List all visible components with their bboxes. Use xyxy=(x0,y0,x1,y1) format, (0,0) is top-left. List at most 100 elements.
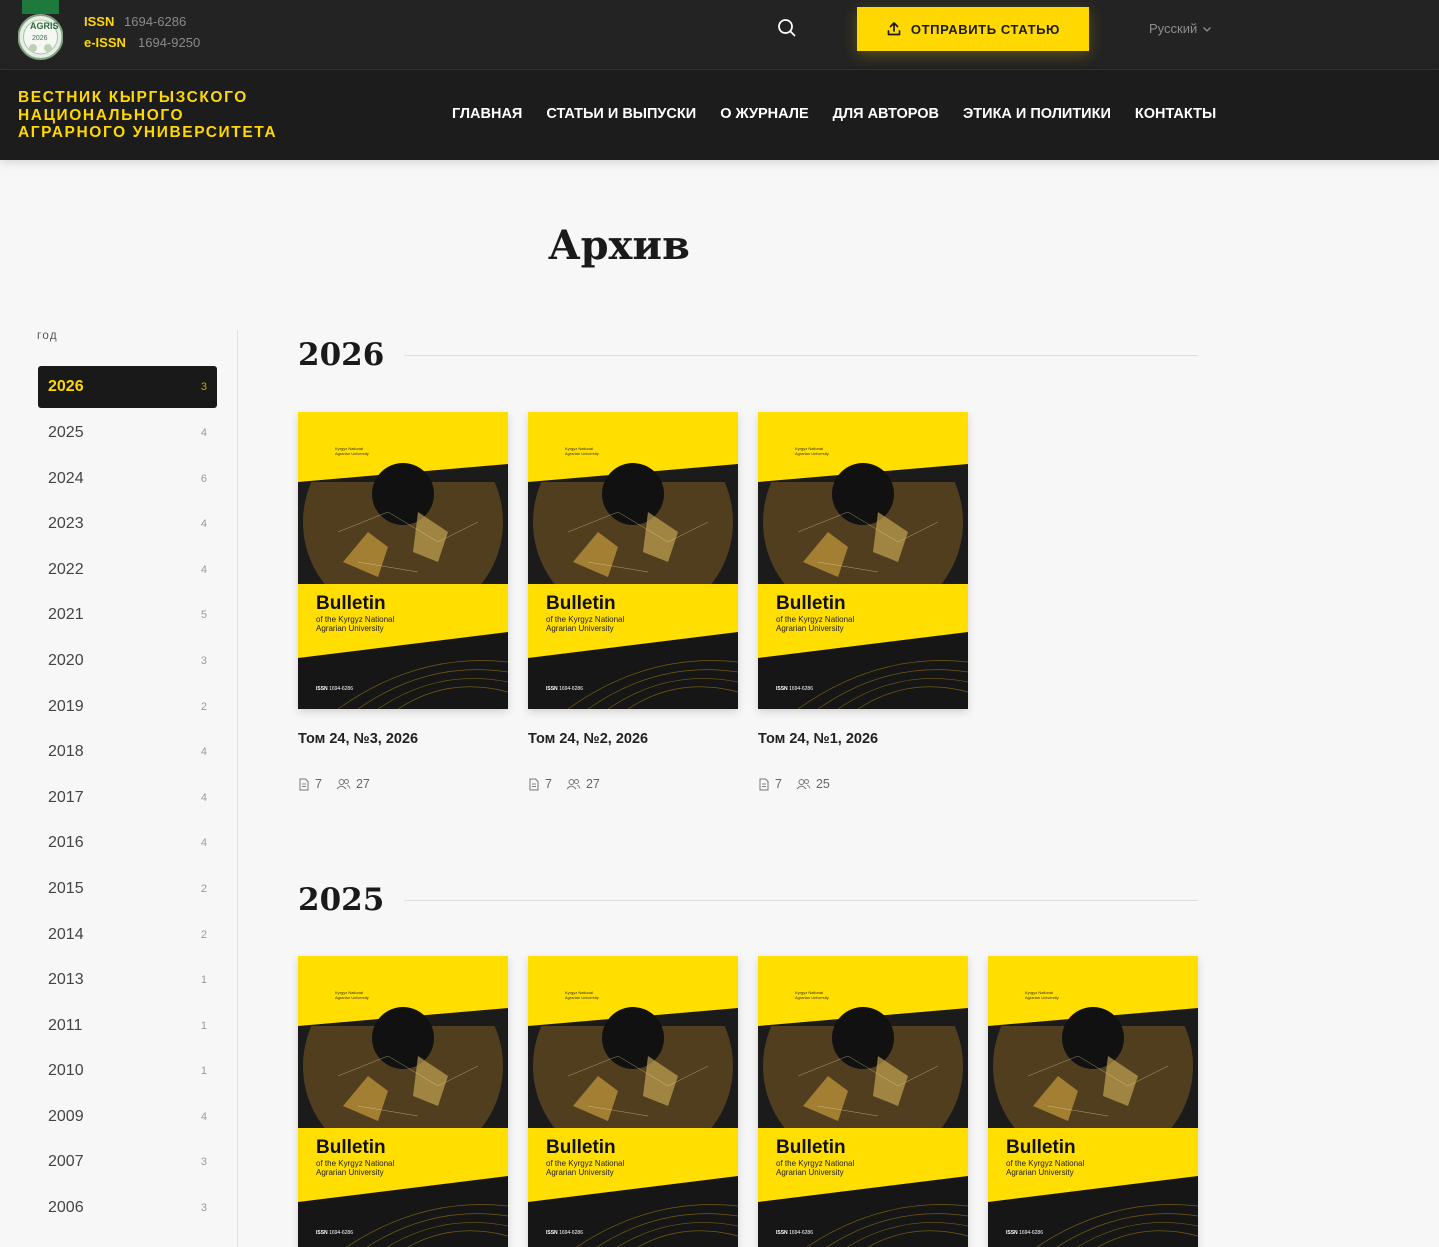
issue-card[interactable]: Kyrgyz National Agrarian University Bull… xyxy=(988,956,1198,1247)
issue-card[interactable]: Kyrgyz National Agrarian University Bull… xyxy=(758,412,968,791)
cover-art xyxy=(758,412,968,709)
document-icon xyxy=(759,778,769,790)
year-filter-count: 2 xyxy=(200,701,207,713)
brand-line-3: АГРАРНОГО УНИВЕРСИТЕТА xyxy=(18,124,278,141)
year-filter-item-2019[interactable]: 2019 2 xyxy=(38,686,217,728)
issue-cover[interactable]: Kyrgyz National Agrarian University Bull… xyxy=(298,412,508,709)
search-button[interactable] xyxy=(776,17,798,39)
issue-card[interactable]: Kyrgyz National Agrarian University Bull… xyxy=(298,412,508,791)
issn-info: ISSN 1694-6286 e-ISSN 1694-9250 xyxy=(84,11,200,53)
year-filter-count: 4 xyxy=(200,1111,207,1123)
cover-subtitle: of the Kyrgyz National xyxy=(546,615,625,624)
year-filter-item-2022[interactable]: 2022 4 xyxy=(38,549,217,591)
cover-title: Bulletin xyxy=(546,593,616,614)
year-filter-count: 2 xyxy=(200,929,207,941)
year-filter-item-2007[interactable]: 2007 3 xyxy=(38,1141,217,1183)
cover-title: Bulletin xyxy=(546,1137,616,1158)
author-count: 27 xyxy=(336,777,370,791)
issue-meta: 7 27 xyxy=(528,777,738,791)
year-filter-item-2021[interactable]: 2021 5 xyxy=(38,594,217,636)
year-filter-year: 2026 xyxy=(48,378,84,395)
year-filter-item-2013[interactable]: 2013 1 xyxy=(38,959,217,1001)
year-filter-count: 1 xyxy=(200,974,207,986)
issue-cover[interactable]: Kyrgyz National Agrarian University Bull… xyxy=(758,956,968,1247)
year-filter-item-2018[interactable]: 2018 4 xyxy=(38,731,217,773)
cover-title: Bulletin xyxy=(776,1137,846,1158)
cover-subtitle-2: Agrarian University xyxy=(1006,1168,1074,1177)
year-filter-item-2016[interactable]: 2016 4 xyxy=(38,822,217,864)
year-section-header: 2025 xyxy=(298,882,1198,918)
author-count: 25 xyxy=(796,777,830,791)
issn-label: ISSN xyxy=(84,14,115,29)
cover-art xyxy=(758,956,968,1247)
issue-card[interactable]: Kyrgyz National Agrarian University Bull… xyxy=(758,956,968,1247)
year-filter-item-2020[interactable]: 2020 3 xyxy=(38,640,217,682)
year-filter-year: 2011 xyxy=(48,1017,83,1034)
submit-article-button[interactable]: ОТПРАВИТЬ СТАТЬЮ xyxy=(857,7,1089,51)
cover-issn-label: ISSN xyxy=(1006,1230,1018,1236)
nav-ethics[interactable]: ЭТИКА И ПОЛИТИКИ xyxy=(963,106,1111,122)
cover-logo-text-2: Agrarian University xyxy=(795,451,829,456)
cover-issn-value: 1694-6286 xyxy=(329,1230,353,1236)
issue-card[interactable]: Kyrgyz National Agrarian University Bull… xyxy=(528,412,738,791)
year-filter-sidebar: год 2026 3 2025 4 2024 6 2023 4 2022 4 2021 5 2020 3 2… xyxy=(0,330,238,1247)
year-filter-item-2023[interactable]: 2023 4 xyxy=(38,503,217,545)
article-count: 7 xyxy=(758,777,782,791)
issue-card[interactable]: Kyrgyz National Agrarian University Bull… xyxy=(528,956,738,1247)
cover-logo-text-2: Agrarian University xyxy=(565,451,599,456)
issue-title[interactable]: Том 24, №3, 2026 xyxy=(298,731,508,747)
agris-logo[interactable]: AGRIS 2026 xyxy=(17,0,64,60)
cover-logo-text-2: Agrarian University xyxy=(335,995,369,1000)
year-filter-year: 2009 xyxy=(48,1108,84,1125)
issue-cover[interactable]: Kyrgyz National Agrarian University Bull… xyxy=(528,412,738,709)
search-icon xyxy=(778,19,796,37)
nav-contacts[interactable]: КОНТАКТЫ xyxy=(1135,106,1216,122)
year-filter-year: 2014 xyxy=(48,926,84,943)
year-filter-item-2011[interactable]: 2011 1 xyxy=(38,1005,217,1047)
year-filter-item-2026[interactable]: 2026 3 xyxy=(38,366,217,408)
year-filter-year: 2010 xyxy=(48,1062,84,1079)
cover-issn-value: 1694-6286 xyxy=(559,1230,583,1236)
main-nav: ГЛАВНАЯ СТАТЬИ И ВЫПУСКИ О ЖУРНАЛЕ ДЛЯ А… xyxy=(452,106,1216,122)
issue-cover[interactable]: Kyrgyz National Agrarian University Bull… xyxy=(758,412,968,709)
year-filter-item-2006[interactable]: 2006 3 xyxy=(38,1187,217,1229)
issue-cover[interactable]: Kyrgyz National Agrarian University Bull… xyxy=(298,956,508,1247)
language-label: Русский xyxy=(1149,21,1198,36)
cover-subtitle-2: Agrarian University xyxy=(546,1168,614,1177)
issue-card[interactable]: Kyrgyz National Agrarian University Bull… xyxy=(298,956,508,1247)
nav-about[interactable]: О ЖУРНАЛЕ xyxy=(720,106,808,122)
year-filter-count: 4 xyxy=(200,518,207,530)
year-filter-item-2025[interactable]: 2025 4 xyxy=(38,412,217,454)
author-count-value: 27 xyxy=(585,777,600,791)
eissn-value: 1694-9250 xyxy=(138,35,201,50)
cover-art xyxy=(528,412,738,709)
nav-articles-issues[interactable]: СТАТЬИ И ВЫПУСКИ xyxy=(546,106,696,122)
chevron-down-icon xyxy=(1203,26,1212,32)
year-filter-item-2015[interactable]: 2015 2 xyxy=(38,868,217,910)
section-divider xyxy=(404,899,1198,901)
main-navigation-bar: ВЕСТНИК КЫРГЫЗСКОГО НАЦИОНАЛЬНОГО АГРАРН… xyxy=(0,70,1439,160)
year-filter-item-2009[interactable]: 2009 4 xyxy=(38,1096,217,1138)
year-section-header: 2026 xyxy=(298,337,1198,373)
year-filter-item-2010[interactable]: 2010 1 xyxy=(38,1050,217,1092)
issue-cover[interactable]: Kyrgyz National Agrarian University Bull… xyxy=(528,956,738,1247)
language-selector[interactable]: Русский xyxy=(1149,21,1212,36)
cover-issn-value: 1694-6286 xyxy=(789,1230,813,1236)
year-filter-item-2017[interactable]: 2017 4 xyxy=(38,777,217,819)
year-filter-count: 4 xyxy=(200,427,207,439)
year-filter-item-2024[interactable]: 2024 6 xyxy=(38,458,217,500)
year-filter-item-2014[interactable]: 2014 2 xyxy=(38,914,217,956)
issue-cover[interactable]: Kyrgyz National Agrarian University Bull… xyxy=(988,956,1198,1247)
year-filter-count: 3 xyxy=(200,381,207,393)
issue-title[interactable]: Том 24, №2, 2026 xyxy=(528,731,738,747)
nav-for-authors[interactable]: ДЛЯ АВТОРОВ xyxy=(833,106,939,122)
cover-logo-text-2: Agrarian University xyxy=(1025,995,1059,1000)
cover-issn: ISSN 1694-6286 xyxy=(546,686,583,692)
cover-title: Bulletin xyxy=(316,593,386,614)
journal-brand[interactable]: ВЕСТНИК КЫРГЫЗСКОГО НАЦИОНАЛЬНОГО АГРАРН… xyxy=(18,89,308,142)
year-filter-count: 4 xyxy=(200,746,207,758)
year-section-title: 2026 xyxy=(298,337,385,373)
issue-title[interactable]: Том 24, №1, 2026 xyxy=(758,731,968,747)
nav-home[interactable]: ГЛАВНАЯ xyxy=(452,106,522,122)
cover-subtitle-2: Agrarian University xyxy=(776,1168,844,1177)
